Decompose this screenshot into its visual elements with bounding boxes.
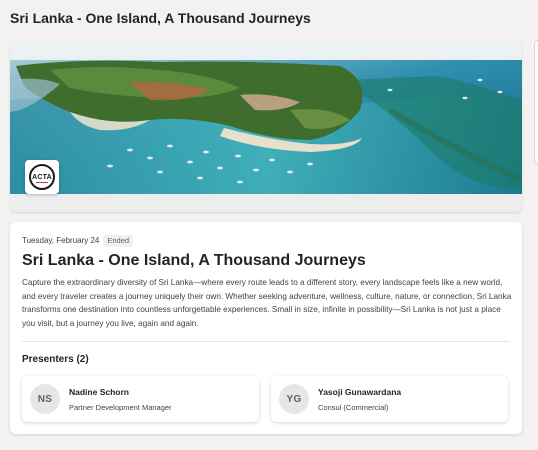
presenter-role: Consul (Commercial) bbox=[318, 403, 389, 412]
avatar: YG bbox=[279, 384, 309, 414]
event-date-row: Tuesday, February 24 Ended bbox=[22, 235, 134, 247]
avatar: NS bbox=[30, 384, 60, 414]
presenter-role: Partner Development Manager bbox=[69, 403, 172, 412]
logo-text: ACTA bbox=[32, 173, 52, 181]
event-details-card: Tuesday, February 24 Ended Sri Lanka - O… bbox=[10, 222, 522, 434]
event-banner: ACTA bbox=[10, 40, 522, 212]
event-title: Sri Lanka - One Island, A Thousand Journ… bbox=[22, 252, 366, 269]
presenter-name: Yasoji Gunawardana bbox=[318, 387, 402, 397]
event-date: Tuesday, February 24 bbox=[22, 236, 100, 246]
presenters-heading: Presenters (2) bbox=[22, 354, 89, 365]
logo-accent-bar bbox=[36, 181, 48, 183]
event-description: Capture the extraordinary diversity of S… bbox=[22, 278, 512, 328]
side-panel-edge bbox=[534, 40, 538, 164]
page-title: Sri Lanka - One Island, A Thousand Journ… bbox=[10, 10, 311, 26]
logo-ring: ACTA bbox=[29, 164, 55, 190]
section-divider bbox=[22, 341, 510, 342]
presenter-card[interactable]: NS Nadine Schorn Partner Development Man… bbox=[22, 376, 259, 422]
banner-image bbox=[10, 40, 522, 212]
presenter-name: Nadine Schorn bbox=[69, 387, 129, 397]
status-badge: Ended bbox=[103, 235, 134, 247]
organizer-logo: ACTA bbox=[25, 160, 59, 194]
presenter-card[interactable]: YG Yasoji Gunawardana Consul (Commercial… bbox=[271, 376, 508, 422]
